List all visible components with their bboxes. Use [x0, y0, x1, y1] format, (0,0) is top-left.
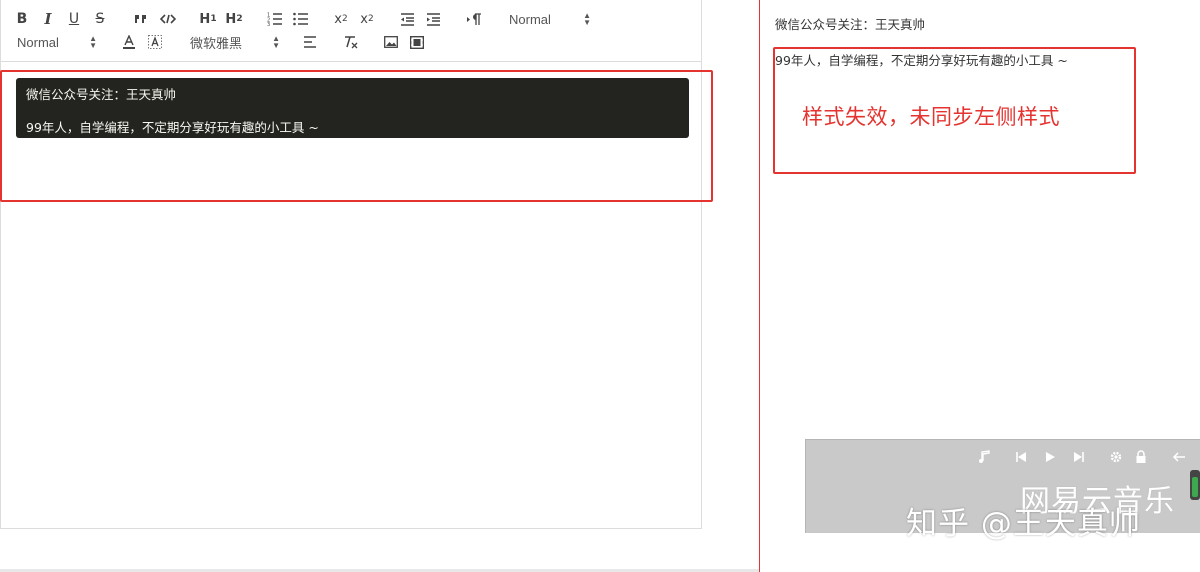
background-color-button[interactable]: [147, 32, 163, 52]
underline-button[interactable]: U: [67, 9, 81, 29]
size-picker[interactable]: Normal ▲ ▼: [17, 32, 97, 52]
indent-icon: [426, 12, 440, 26]
h2-sub: 2: [236, 14, 243, 24]
settings-button[interactable]: [1107, 448, 1125, 466]
clear-format-button[interactable]: [342, 32, 360, 52]
header-picker-label: Normal: [509, 11, 551, 27]
pilcrow-icon: [467, 12, 481, 25]
superscript-sup: 2: [367, 14, 374, 24]
next-track-button[interactable]: [1070, 448, 1088, 466]
outdent-button[interactable]: [399, 9, 415, 29]
code-icon: [160, 14, 176, 24]
heading-1-button[interactable]: H1: [198, 9, 218, 29]
bullet-list-icon: [293, 12, 308, 26]
font-color-icon: [123, 34, 135, 49]
previous-track-button[interactable]: [1012, 448, 1030, 466]
align-button[interactable]: [301, 32, 319, 52]
arrow-left-icon: [1172, 452, 1185, 462]
picker-arrows-icon: ▲ ▼: [89, 34, 97, 50]
svg-text:3: 3: [267, 22, 270, 26]
preview-line-1: 微信公众号关注：王天真帅: [775, 17, 926, 32]
volume-indicator[interactable]: [1190, 470, 1200, 500]
font-family-picker[interactable]: 微软雅黑 ▲ ▼: [190, 32, 280, 52]
size-picker-label: Normal: [17, 34, 59, 50]
italic-button[interactable]: I: [41, 9, 55, 29]
watermark: 知乎 @王天真帅: [906, 506, 1141, 542]
subscript-button[interactable]: x2: [332, 9, 350, 29]
video-icon: [410, 35, 424, 49]
ordered-list-icon: 1 2 3: [267, 13, 282, 26]
superscript-label: x: [360, 11, 368, 27]
header-picker[interactable]: Normal ▲ ▼: [509, 9, 591, 29]
bullet-list-button[interactable]: [292, 9, 310, 29]
highlight-box-editor: [0, 70, 713, 202]
text-direction-button[interactable]: [464, 9, 484, 29]
ordered-list-button[interactable]: 1 2 3: [266, 9, 284, 29]
text-color-button[interactable]: [121, 32, 137, 52]
gear-icon: [1110, 451, 1122, 463]
font-family-picker-label: 微软雅黑: [190, 35, 243, 51]
quote-icon: [135, 15, 146, 23]
volume-level: [1192, 477, 1198, 497]
outdent-icon: [400, 12, 414, 26]
h1-label: H: [199, 11, 211, 27]
background-color-icon: [148, 35, 162, 49]
highlight-box-preview: [773, 47, 1136, 174]
play-button[interactable]: [1041, 448, 1059, 466]
bold-button[interactable]: B: [15, 9, 29, 29]
subscript-sub: 2: [341, 14, 348, 24]
indent-button[interactable]: [425, 9, 441, 29]
clear-format-icon: [345, 36, 358, 49]
blockquote-button[interactable]: [133, 9, 149, 29]
insert-video-button[interactable]: [408, 32, 426, 52]
play-icon: [1046, 452, 1055, 462]
previous-icon: [1016, 452, 1026, 462]
next-icon: [1074, 452, 1084, 462]
code-block-button[interactable]: [159, 9, 177, 29]
h2-label: H: [225, 11, 237, 27]
heading-2-button[interactable]: H2: [224, 9, 244, 29]
lock-icon: [1136, 450, 1146, 463]
align-left-icon: [304, 36, 316, 48]
subscript-label: x: [334, 11, 342, 27]
superscript-button[interactable]: x2: [358, 9, 376, 29]
insert-image-button[interactable]: [382, 32, 400, 52]
picker-arrows-icon: ▲ ▼: [583, 11, 591, 27]
collapse-button[interactable]: [1170, 448, 1188, 466]
strike-button[interactable]: S: [93, 9, 107, 29]
image-icon: [384, 36, 398, 48]
h1-sub: 1: [210, 14, 217, 24]
editor-toolbar: B I U S H1 H2 1 2 3 x 2 x 2 Normal ▲ ▼ N…: [1, 0, 701, 62]
music-note-icon[interactable]: [975, 448, 993, 466]
picker-arrows-icon: ▲ ▼: [272, 34, 280, 50]
lock-button[interactable]: [1132, 448, 1150, 466]
